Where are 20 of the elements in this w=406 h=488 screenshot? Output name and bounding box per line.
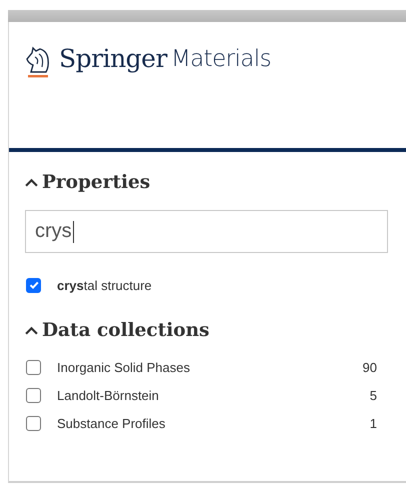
checkmark-icon [28, 279, 40, 291]
section-toggle[interactable]: Properties [25, 172, 150, 193]
horse-head-icon [25, 45, 51, 79]
brand-name: Springer [59, 44, 167, 73]
result-count: 1 [370, 416, 377, 430]
result-count: 90 [362, 360, 377, 374]
caret-icon [25, 178, 38, 187]
option-label: Landolt-Börnstein [57, 388, 159, 402]
checkbox[interactable] [26, 360, 41, 374]
result-count: 5 [370, 388, 377, 402]
checkbox[interactable] [26, 416, 41, 430]
checkbox[interactable] [26, 278, 41, 292]
section-toggle[interactable]: Data collections [25, 320, 210, 341]
checkbox[interactable] [26, 388, 41, 402]
caret-icon [25, 326, 38, 335]
search-field[interactable]: crys [25, 210, 388, 253]
product-name: Materials [170, 46, 271, 72]
option-label: Inorganic Solid Phases [57, 360, 190, 374]
option-label: crystal structure [57, 278, 152, 292]
option-label: Substance Profiles [57, 416, 166, 430]
